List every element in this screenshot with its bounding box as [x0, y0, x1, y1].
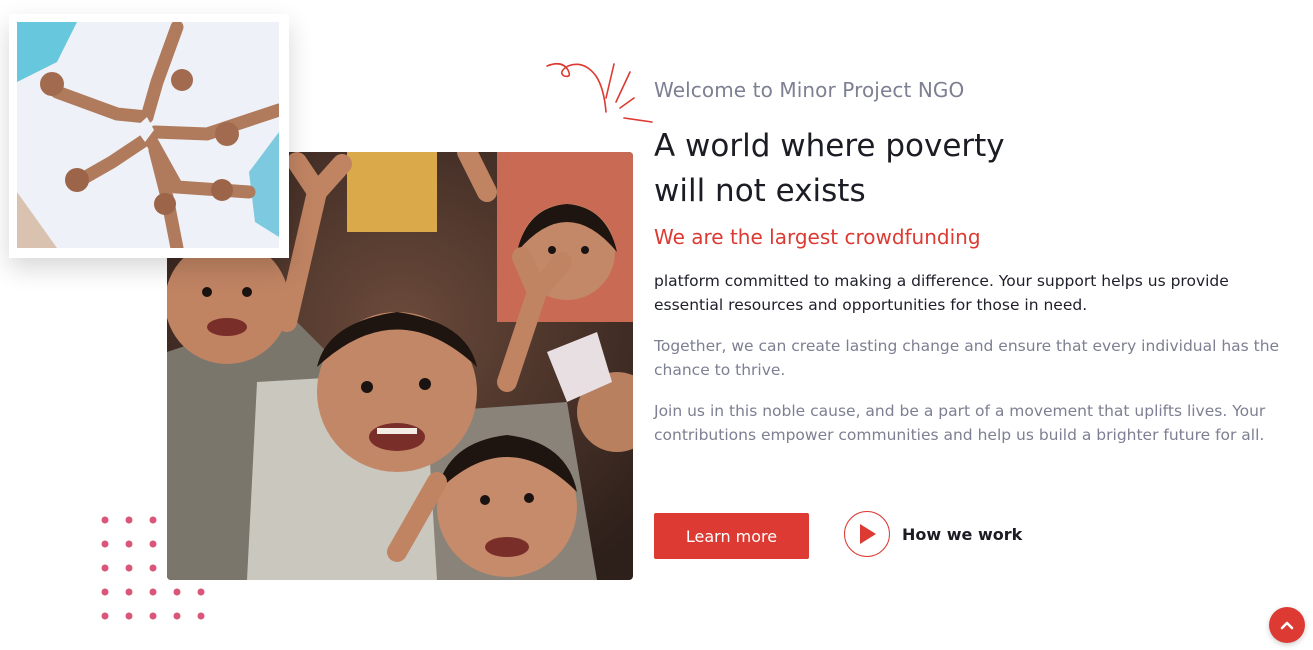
headline-text-end: will not exists: [654, 173, 866, 209]
squiggle-icon: [546, 62, 653, 123]
headline-highlight-text: poverty: [885, 128, 1005, 164]
scroll-to-top-button[interactable]: [1269, 607, 1305, 643]
crowdfunding-subheading: We are the largest crowdfunding: [654, 225, 981, 249]
chevron-up-icon: [1280, 621, 1294, 630]
intro-paragraph-1: platform committed to making a differenc…: [654, 272, 1229, 314]
headline-text-start: A world where: [654, 128, 886, 164]
headline-highlight: poverty: [885, 124, 1005, 169]
learn-more-button[interactable]: Learn more: [654, 513, 809, 559]
page-headline: A world where poverty will not exists: [654, 124, 1094, 214]
intro-paragraph-2: Together, we can create lasting change a…: [654, 337, 1280, 379]
hands-star-photo: [9, 14, 289, 258]
play-button[interactable]: [844, 511, 890, 557]
intro-paragraph-3: Join us in this noble cause, and be a pa…: [654, 402, 1266, 444]
hands-star-illustration: [17, 22, 279, 248]
how-we-work-link[interactable]: How we work: [844, 511, 1022, 557]
play-icon: [860, 524, 876, 544]
how-we-work-label: How we work: [902, 524, 1023, 544]
welcome-eyebrow: Welcome to Minor Project NGO: [654, 78, 965, 102]
